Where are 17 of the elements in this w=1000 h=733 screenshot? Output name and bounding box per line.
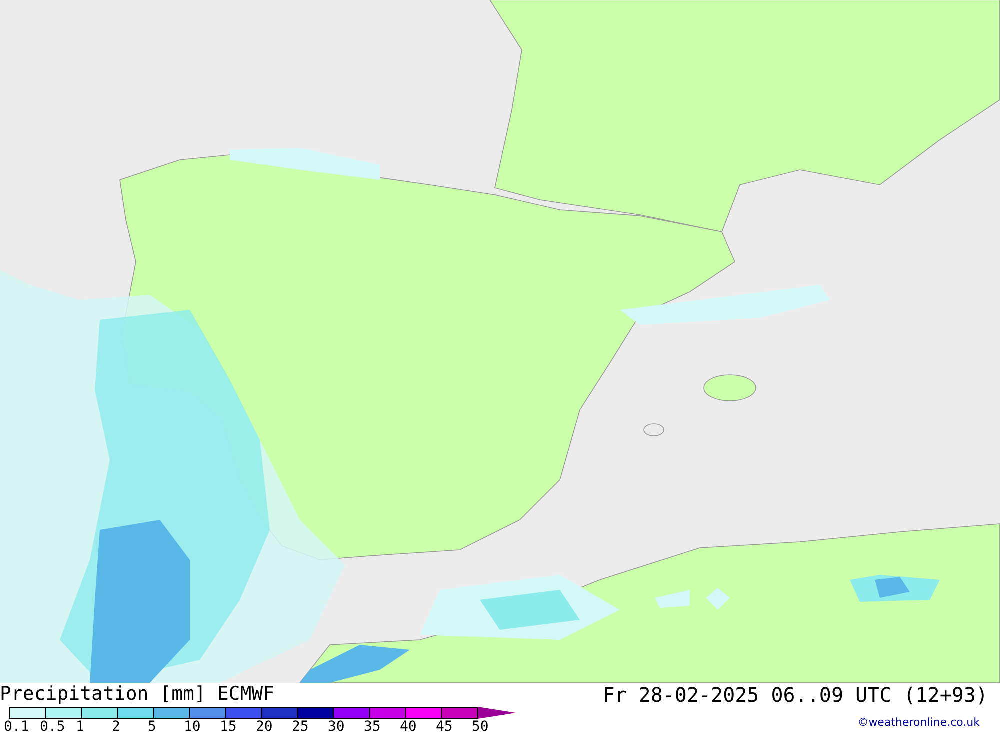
scale-label: 15: [220, 719, 238, 733]
valid-time: Fr 28-02-2025 06..09 UTC (12+93): [602, 683, 988, 707]
scale-label: 35: [364, 719, 382, 733]
scale-label: 20: [256, 719, 274, 733]
map-title: Precipitation [mm] ECMWF: [0, 683, 276, 705]
scale-label: 0.5: [40, 719, 66, 733]
scale-label: 45: [436, 719, 454, 733]
scale-label: 2: [112, 719, 122, 733]
scale-label: 1: [76, 719, 86, 733]
scale-label: 30: [328, 719, 346, 733]
scale-label: 50: [472, 719, 490, 733]
scale-label: 40: [400, 719, 418, 733]
scale-label: 5: [148, 719, 158, 733]
scale-label: 25: [292, 719, 310, 733]
scale-label: 0.1: [4, 719, 30, 733]
credit-text: ©weatheronline.co.uk: [858, 716, 980, 729]
scale-label: 10: [184, 719, 202, 733]
